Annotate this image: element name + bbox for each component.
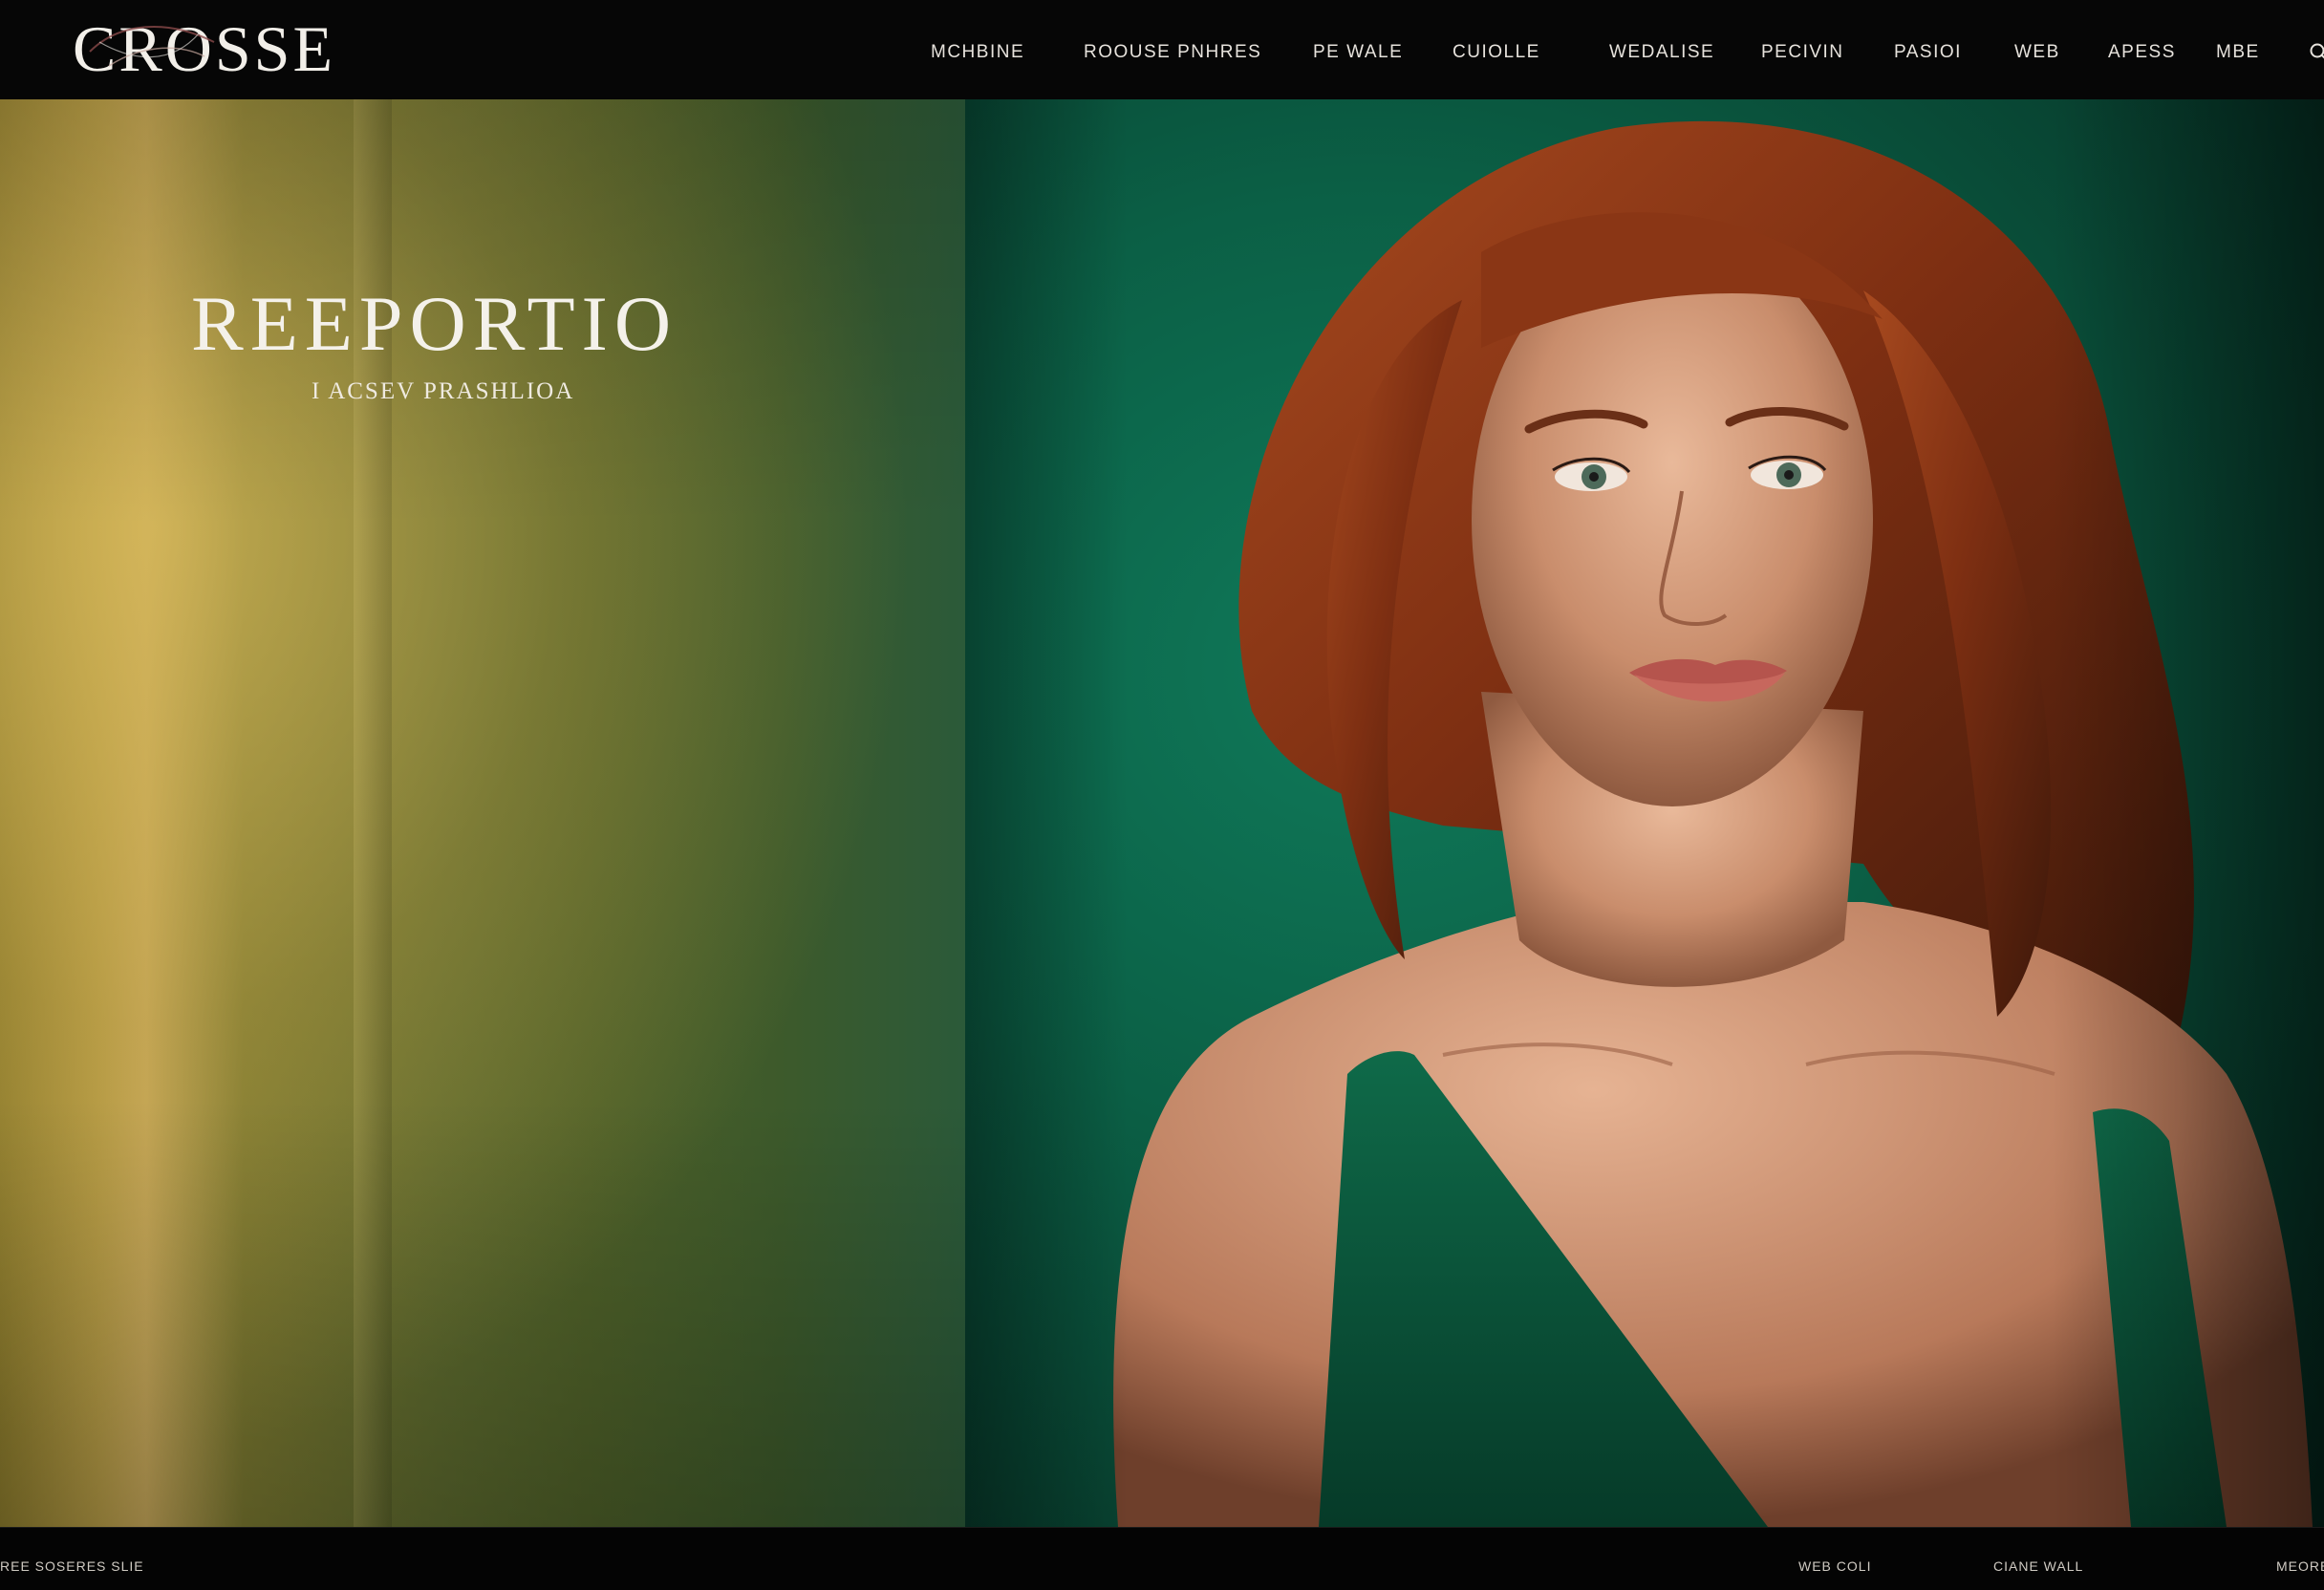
nav-item-2[interactable]: ROOUSE PNHRES — [1084, 42, 1261, 63]
footer-bar: REE SOSERES SLIE WEB COLI CIANE WALL MEO… — [0, 1527, 2324, 1590]
hero-title: REEPORTIO — [191, 280, 678, 367]
nav-item-1[interactable]: MCHBINE — [931, 42, 1024, 63]
hero-subtitle: I ACSEV PRASHLIOA — [312, 378, 575, 404]
nav-item-9[interactable]: APESS — [2108, 42, 2176, 63]
brand-logo[interactable]: CROSSE — [73, 6, 335, 92]
footer-link-2[interactable]: CIANE WALL — [1993, 1558, 2083, 1574]
nav-item-3[interactable]: PE WALE — [1313, 42, 1403, 63]
nav-item-4[interactable]: CUIOLLE — [1452, 42, 1540, 63]
footer-left-label: REE SOSERES SLIE — [0, 1558, 144, 1574]
nav-item-8[interactable]: WEB — [2014, 42, 2060, 63]
nav-item-5[interactable]: WEDALISE — [1609, 42, 1714, 63]
footer-link-1[interactable]: WEB COLI — [1798, 1558, 1871, 1574]
footer-link-3[interactable]: MEORE — [2276, 1558, 2324, 1574]
brand-logo-text: CROSSE — [73, 12, 335, 85]
hero-right-shadow — [965, 99, 2324, 1527]
top-navigation-bar: CROSSE MCHBINE ROOUSE PNHRES PE WALE CUI… — [0, 0, 2324, 99]
main-nav: MCHBINE ROOUSE PNHRES PE WALE CUIOLLE WE… — [898, 0, 2324, 99]
page: CROSSE MCHBINE ROOUSE PNHRES PE WALE CUI… — [0, 0, 2324, 1590]
search-icon[interactable] — [2309, 42, 2324, 63]
nav-item-10[interactable]: MBE — [2216, 42, 2260, 63]
nav-item-7[interactable]: PASIOI — [1894, 42, 1962, 63]
nav-item-6[interactable]: PECIVIN — [1761, 42, 1844, 63]
hero-banner: REEPORTIO I ACSEV PRASHLIOA — [0, 99, 2324, 1527]
